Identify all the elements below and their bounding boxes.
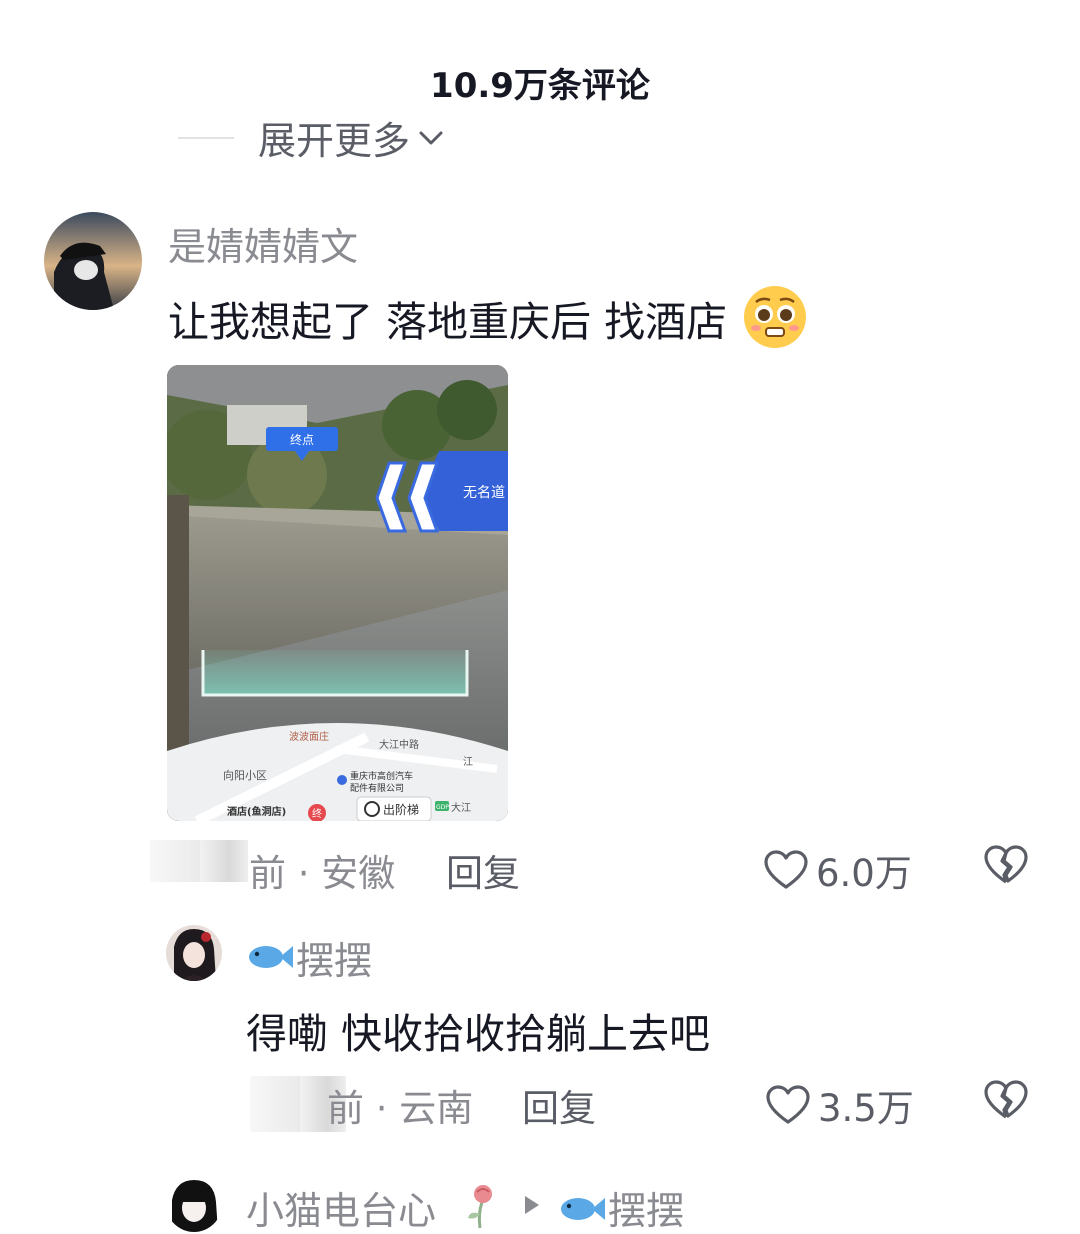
- map-stairs-label: 出阶梯: [383, 803, 419, 817]
- fish-icon: [249, 946, 293, 968]
- map-hotel-label: 酒店(鱼洞店): [227, 805, 286, 818]
- map-pin-icon: [337, 775, 347, 785]
- like-button[interactable]: 3.5万: [766, 1078, 914, 1132]
- map-road-label: 大江中路: [379, 738, 419, 751]
- map-poi-label: 波波面庄: [289, 730, 329, 743]
- username[interactable]: 摆摆: [296, 930, 372, 985]
- map-dajiang-label: 大江: [451, 801, 471, 814]
- comment-count-title: 10.9万条评论: [430, 66, 650, 106]
- comment-location: 前 · 安徽: [249, 852, 396, 895]
- avatar[interactable]: [166, 925, 222, 981]
- reply-button[interactable]: 回复: [446, 843, 520, 897]
- divider: [178, 136, 234, 139]
- like-count: 6.0万: [816, 852, 912, 895]
- username[interactable]: 小猫电台心: [246, 1180, 436, 1234]
- chevron-down-icon: [419, 131, 443, 144]
- reply-arrow-icon: [525, 1196, 539, 1214]
- map-company-label-1: 重庆市高创汽车: [350, 770, 413, 782]
- map-metro-label: GDP: [436, 804, 449, 811]
- username[interactable]: 是婧婧婧文: [168, 216, 358, 271]
- like-count: 3.5万: [818, 1087, 914, 1130]
- redacted-time: [200, 840, 248, 882]
- broken-heart-icon[interactable]: [984, 845, 1028, 885]
- endpoint-label: 终点: [290, 432, 314, 447]
- heart-icon: [764, 850, 808, 889]
- avatar[interactable]: [166, 1176, 222, 1232]
- reply-button[interactable]: 回复: [522, 1078, 596, 1132]
- comment-text: 得嘞 快收拾收拾躺上去吧: [246, 1010, 711, 1058]
- expand-more-button[interactable]: 展开更多: [178, 110, 446, 165]
- map-jiang-label: 江: [463, 756, 473, 768]
- comment-text-content: 让我想起了 落地重庆后 找酒店: [168, 298, 728, 346]
- broken-heart-icon[interactable]: [984, 1080, 1028, 1120]
- comment-location: 前 · 云南: [327, 1087, 474, 1130]
- like-button[interactable]: 6.0万: [764, 843, 912, 897]
- map-area-label: 向阳小区: [223, 768, 267, 782]
- avatar[interactable]: [44, 212, 142, 310]
- comment-text: 让我想起了 落地重庆后 找酒店: [168, 284, 808, 350]
- comment-image[interactable]: 终点 无名道 波波面庄 大江中路 向阳小区 重庆市高创汽车 配件有限公司 江 酒…: [167, 365, 508, 821]
- map-end-badge: 终: [312, 807, 322, 820]
- rose-icon: [468, 1185, 492, 1229]
- map-company-label-2: 配件有限公司: [350, 782, 404, 794]
- road-label: 无名道: [463, 485, 505, 501]
- pleading-face-emoji-icon: [744, 286, 807, 348]
- reply-to-username[interactable]: 摆摆: [608, 1180, 684, 1234]
- fish-icon: [561, 1198, 605, 1220]
- heart-icon: [766, 1085, 810, 1124]
- expand-more-label: 展开更多: [258, 119, 411, 163]
